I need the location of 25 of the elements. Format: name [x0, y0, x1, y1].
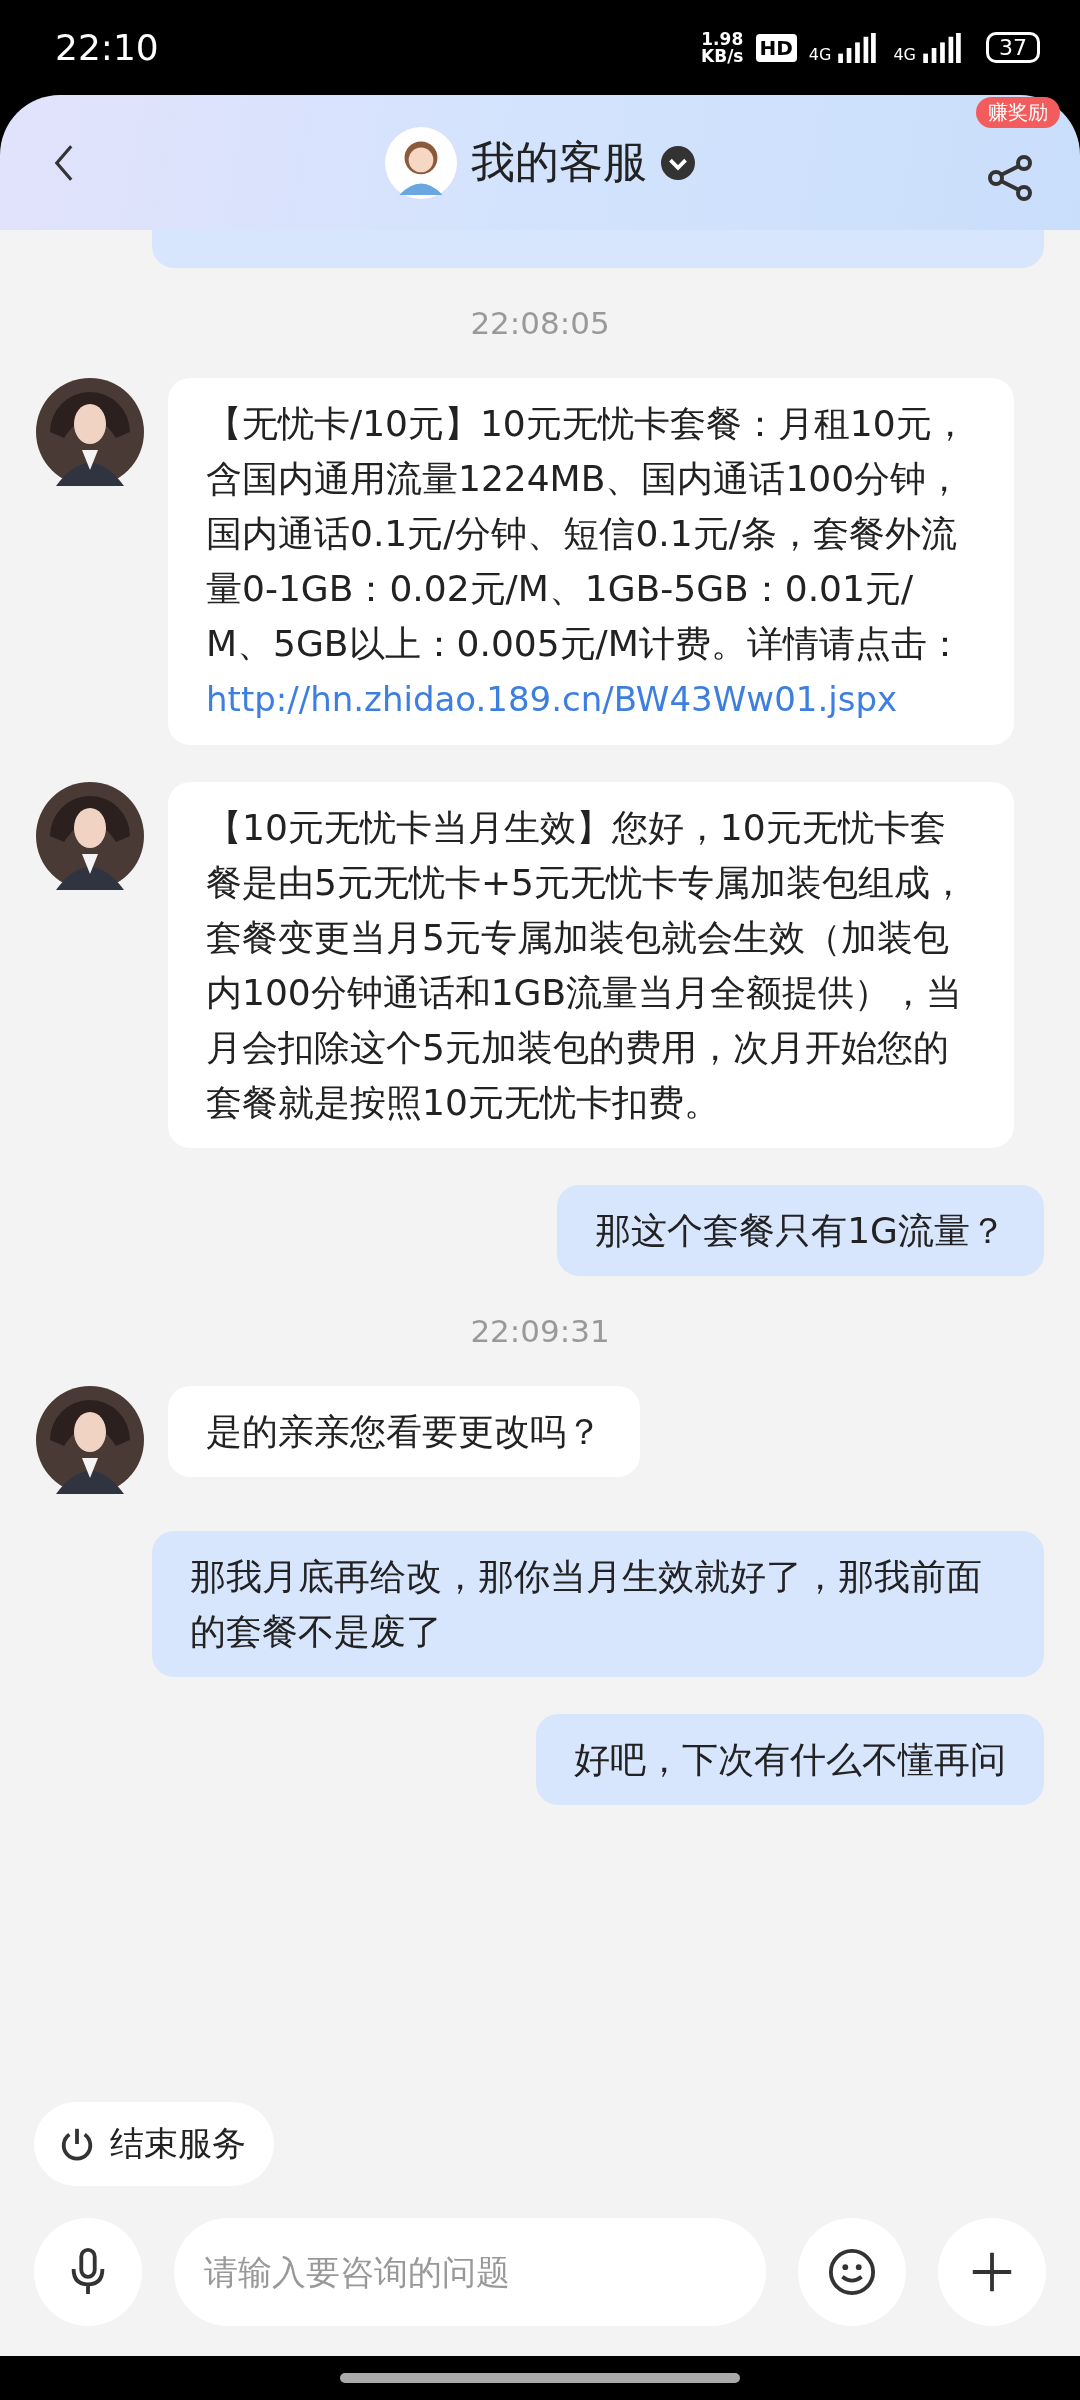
header-title: 我的客服: [471, 135, 647, 189]
user-message: 那这个套餐只有1G流量？: [557, 1185, 1044, 1276]
agent-message: 是的亲亲您看要更改吗？: [168, 1386, 640, 1477]
emoji-icon: [828, 2248, 876, 2296]
end-service-button[interactable]: 结束服务: [34, 2102, 274, 2186]
timestamp: 22:09:31: [469, 1313, 611, 1349]
signal-icon: [922, 32, 962, 63]
agent-message: 【无忧卡/10元】10元无忧卡套餐：月租10元，含国内通用流量1224MB、国内通话100分钟，国内通话0.1元/分钟、短信0.1元/条，套餐外流量0-1GB：0.02元/M、1GB-5GB：0.01元/M、5GB以上：0.005元/M计费。详情请点击： http://hn.zhidao.189.cn/BW43Ww01.jspx: [168, 378, 1014, 745]
avatar-icon: [385, 126, 457, 199]
hd-badge: HD: [755, 33, 797, 62]
signal-icon: [837, 32, 878, 63]
network-speed-unit: KB/s: [701, 47, 744, 65]
network-speed-value: 1.98: [701, 30, 744, 48]
network-type: 4G: [893, 44, 916, 64]
status-time: 22:10: [55, 27, 159, 68]
network-type: 4G: [808, 44, 832, 64]
user-message: 那我月底再给改，那你当月生效就好了，那我前面的套餐不是废了: [152, 1531, 1044, 1677]
reward-badge[interactable]: 赚奖励: [976, 97, 1060, 128]
battery-level: 37: [999, 35, 1027, 60]
dropdown-icon[interactable]: [661, 145, 695, 180]
timestamp: 22:08:05: [469, 305, 611, 341]
message-link[interactable]: http://hn.zhidao.189.cn/BW43Ww01.jspx: [206, 672, 898, 727]
user-message: 好吧，下次有什么不懂再问: [536, 1714, 1044, 1805]
agent-message: 【10元无忧卡当月生效】您好，10元无忧卡套餐是由5元无忧卡+5元无忧卡专属加装包组成，套餐变更当月5元专属加装包就会生效（加装包内100分钟通话和1GB流量当月全额提供），当月会扣除这个5元加装包的费用，次月开始您的套餐就是按照10元无忧卡扣费。: [168, 782, 1014, 1148]
question-input-field[interactable]: 请输入要咨询的问题: [174, 2218, 766, 2326]
